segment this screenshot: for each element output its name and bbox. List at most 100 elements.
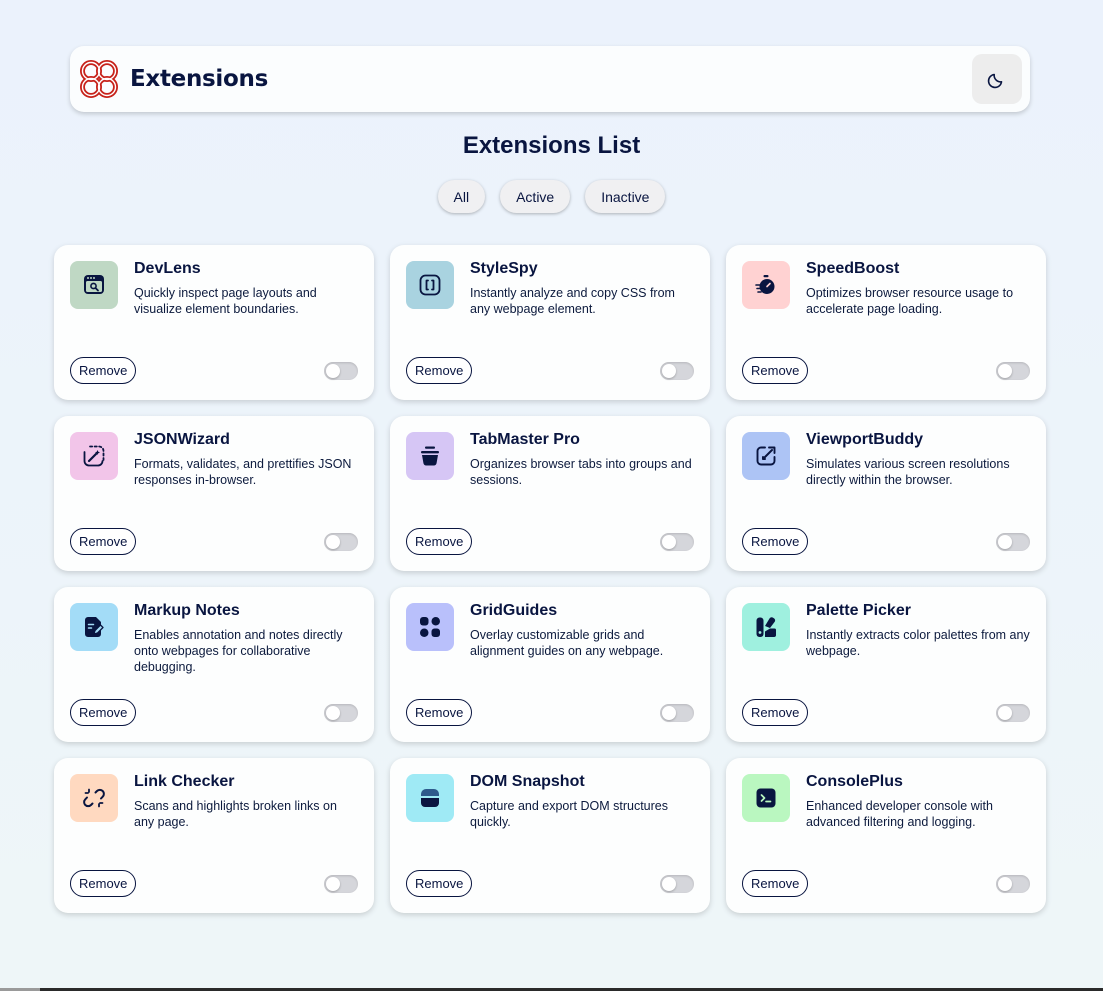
extension-description: Enhanced developer console with advanced… <box>806 799 993 829</box>
extension-icon-tile <box>70 432 118 480</box>
extension-icon-tile <box>406 432 454 480</box>
extension-icon-tile <box>742 774 790 822</box>
palette-icon <box>756 617 776 637</box>
resize-arrow-icon <box>756 446 776 466</box>
active-toggle[interactable] <box>324 533 358 551</box>
extension-icon-tile <box>406 603 454 651</box>
extension-card: Markup Notes Enables annotation and note… <box>54 587 374 742</box>
extension-card: ViewportBuddy Simulates various screen r… <box>726 416 1046 571</box>
extension-name: SpeedBoost <box>806 260 900 277</box>
moon-icon <box>987 73 1003 89</box>
extension-name: GridGuides <box>470 602 558 619</box>
page-title: Extensions List <box>462 132 641 159</box>
extension-name: StyleSpy <box>470 260 538 277</box>
extension-card: JSONWizard Formats, validates, and prett… <box>54 416 374 571</box>
remove-button[interactable]: Remove <box>70 699 137 726</box>
extension-name: DOM Snapshot <box>470 773 585 790</box>
extension-name: ConsolePlus <box>806 773 903 790</box>
broken-link-icon <box>83 788 105 808</box>
toggle-knob <box>998 364 1012 378</box>
filter-active-button[interactable]: Active <box>500 180 571 213</box>
remove-button[interactable]: Remove <box>742 870 809 897</box>
remove-button[interactable]: Remove <box>742 528 809 555</box>
active-toggle[interactable] <box>324 704 358 722</box>
extension-card: GridGuides Overlay customizable grids an… <box>390 587 710 742</box>
active-toggle[interactable] <box>660 533 694 551</box>
extension-name: JSONWizard <box>134 431 230 448</box>
filter-all-button[interactable]: All <box>437 180 486 213</box>
extensions-grid: DevLens Quickly inspect page layouts and… <box>54 245 1046 913</box>
extension-icon-tile <box>742 432 790 480</box>
grid-icon <box>420 617 440 637</box>
extension-icon-tile <box>70 261 118 309</box>
browser-search-icon <box>84 275 104 294</box>
toggle-knob <box>662 877 676 891</box>
extension-card: Palette Picker Instantly extracts color … <box>726 587 1046 742</box>
active-toggle[interactable] <box>996 875 1030 893</box>
note-pencil-icon <box>85 617 104 637</box>
filter-inactive-button[interactable]: Inactive <box>585 180 666 213</box>
remove-button[interactable]: Remove <box>70 528 137 555</box>
extension-name: ViewportBuddy <box>806 431 924 448</box>
remove-button[interactable]: Remove <box>742 357 809 384</box>
extension-card: TabMaster Pro Organizes browser tabs int… <box>390 416 710 571</box>
basket-icon <box>421 446 439 466</box>
toggle-knob <box>662 706 676 720</box>
extension-card: SpeedBoost Optimizes browser resource us… <box>726 245 1046 400</box>
brand: Extensions <box>78 58 268 100</box>
stopwatch-icon <box>755 275 775 294</box>
remove-button[interactable]: Remove <box>406 357 473 384</box>
remove-button[interactable]: Remove <box>406 870 473 897</box>
active-toggle[interactable] <box>660 362 694 380</box>
extension-icon-tile <box>70 603 118 651</box>
extension-description: Enables annotation and notes directly on… <box>134 628 343 674</box>
active-toggle[interactable] <box>996 533 1030 551</box>
app-name: Extensions <box>130 66 268 92</box>
toggle-knob <box>326 535 340 549</box>
toggle-knob <box>998 877 1012 891</box>
extension-description: Instantly analyze and copy CSS from any … <box>470 286 675 316</box>
active-toggle[interactable] <box>996 704 1030 722</box>
toggle-knob <box>662 535 676 549</box>
extension-description: Instantly extracts color palettes from a… <box>806 628 1030 658</box>
remove-button[interactable]: Remove <box>70 870 137 897</box>
toggle-knob <box>998 706 1012 720</box>
brackets-icon <box>419 274 441 296</box>
extension-icon-tile <box>406 261 454 309</box>
remove-button[interactable]: Remove <box>70 357 137 384</box>
active-toggle[interactable] <box>996 362 1030 380</box>
extension-description: Capture and export DOM structures quickl… <box>470 799 668 829</box>
extension-icon-tile <box>70 774 118 822</box>
extension-description: Formats, validates, and prettifies JSON … <box>134 457 352 487</box>
extension-card: Link Checker Scans and highlights broken… <box>54 758 374 913</box>
extension-name: Palette Picker <box>806 602 911 619</box>
toggle-knob <box>326 706 340 720</box>
extension-description: Optimizes browser resource usage to acce… <box>806 286 1014 316</box>
active-toggle[interactable] <box>324 362 358 380</box>
terminal-icon <box>756 788 776 808</box>
extension-name: DevLens <box>134 260 201 277</box>
header-bar: Extensions <box>70 46 1030 112</box>
extension-name: Link Checker <box>134 773 235 790</box>
extension-icon-tile <box>742 261 790 309</box>
active-toggle[interactable] <box>660 704 694 722</box>
extension-icon-tile <box>406 774 454 822</box>
remove-button[interactable]: Remove <box>406 699 473 726</box>
extension-card: DOM Snapshot Capture and export DOM stru… <box>390 758 710 913</box>
active-toggle[interactable] <box>660 875 694 893</box>
theme-toggle-button[interactable] <box>972 54 1022 104</box>
extension-description: Overlay customizable grids and alignment… <box>470 628 664 658</box>
remove-button[interactable]: Remove <box>406 528 473 555</box>
active-toggle[interactable] <box>324 875 358 893</box>
extension-description: Simulates various screen resolutions dir… <box>806 457 1010 487</box>
extension-description: Quickly inspect page layouts and visuali… <box>134 286 317 316</box>
toggle-knob <box>326 877 340 891</box>
snapshot-icon <box>421 789 439 807</box>
remove-button[interactable]: Remove <box>742 699 809 726</box>
extension-card: StyleSpy Instantly analyze and copy CSS … <box>390 245 710 400</box>
logo-icon <box>80 60 118 98</box>
extension-icon-tile <box>742 603 790 651</box>
extension-name: TabMaster Pro <box>470 431 580 448</box>
toggle-knob <box>998 535 1012 549</box>
toggle-knob <box>326 364 340 378</box>
